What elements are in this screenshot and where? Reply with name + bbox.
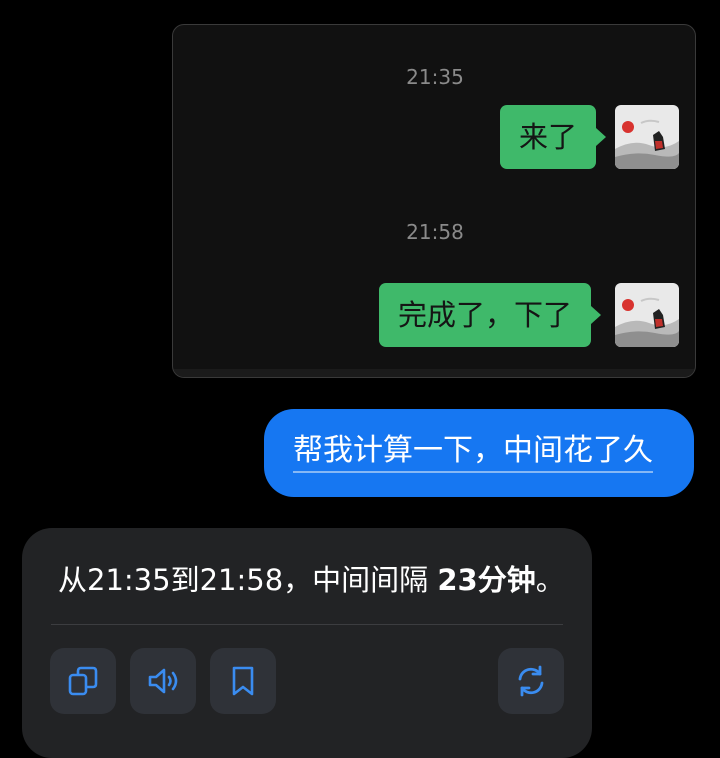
- answer-text-suffix: 。: [535, 563, 565, 597]
- timestamp: 21:35: [406, 65, 464, 89]
- avatar: [615, 105, 679, 169]
- answer-highlight: 23分钟: [437, 563, 536, 597]
- user-query-text: 帮我计算一下，中间花了久: [293, 431, 653, 473]
- message-bubble: 完成了，下了: [379, 283, 602, 347]
- speaker-icon: [148, 668, 178, 694]
- chat-screenshot-image: 21:35 来了 21:58 完成了，下了: [172, 24, 696, 378]
- bookmark-icon: [232, 666, 254, 696]
- answer-text: 从21:35到21:58，中间间隔 23分钟。: [58, 559, 565, 601]
- divider: [51, 624, 563, 625]
- copy-button[interactable]: [50, 648, 116, 714]
- avatar: [615, 283, 679, 347]
- divider: [173, 369, 695, 377]
- answer-text-prefix: 从21:35到21:58，中间间隔: [58, 563, 438, 597]
- message-bubble: 来了: [500, 105, 607, 169]
- regenerate-button[interactable]: [498, 648, 564, 714]
- regenerate-icon: [518, 665, 544, 697]
- read-aloud-button[interactable]: [130, 648, 196, 714]
- copy-icon: [68, 666, 98, 696]
- timestamp: 21:58: [406, 220, 464, 244]
- bookmark-button[interactable]: [210, 648, 276, 714]
- user-query-bubble[interactable]: 帮我计算一下，中间花了久: [264, 409, 694, 497]
